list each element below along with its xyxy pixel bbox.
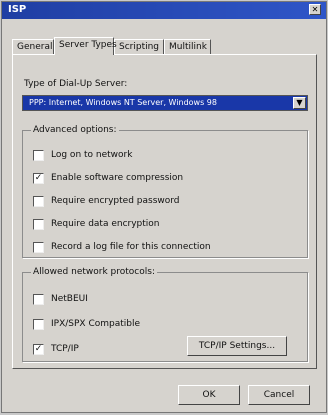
advanced-options-title: Advanced options: xyxy=(31,125,119,135)
checkbox-label: Record a log file for this connection xyxy=(51,242,211,252)
dialog-window: ISP ✕ General Server Types Scripting Mul… xyxy=(1,1,327,413)
checkbox-software-compression[interactable]: ✓ Enable software compression xyxy=(33,172,293,186)
checkbox[interactable] xyxy=(33,219,44,230)
tab-label: Scripting xyxy=(119,42,160,52)
checkbox-label: Require encrypted password xyxy=(51,196,180,206)
cancel-button[interactable]: Cancel xyxy=(248,385,310,405)
checkbox-log-on[interactable]: Log on to network xyxy=(33,149,293,163)
checkbox[interactable]: ✓ xyxy=(33,344,44,355)
checkbox-label: IPX/SPX Compatible xyxy=(51,319,141,329)
tab-label: Server Types xyxy=(59,40,117,50)
checkbox-label: TCP/IP xyxy=(51,344,79,354)
checkbox-label: Require data encryption xyxy=(51,219,160,229)
ok-button[interactable]: OK xyxy=(178,385,240,405)
checkbox[interactable] xyxy=(33,196,44,207)
checkbox-data-encryption[interactable]: Require data encryption xyxy=(33,218,293,232)
tab-scripting[interactable]: Scripting xyxy=(114,39,164,54)
tab-server-types[interactable]: Server Types xyxy=(54,37,117,55)
tab-label: General xyxy=(17,42,53,52)
window-title: ISP xyxy=(8,4,27,15)
tcp-ip-settings-button[interactable]: TCP/IP Settings... xyxy=(187,336,287,356)
close-icon[interactable]: ✕ xyxy=(309,4,321,15)
chevron-down-icon[interactable]: ▼ xyxy=(293,97,306,109)
checkbox-ipx-spx[interactable]: IPX/SPX Compatible xyxy=(33,318,293,332)
checkbox-netbeui[interactable]: NetBEUI xyxy=(33,293,293,307)
server-type-select[interactable]: PPP: Internet, Windows NT Server, Window… xyxy=(22,95,308,111)
tab-multilink[interactable]: Multilink xyxy=(164,39,211,54)
server-type-label: Type of Dial-Up Server: xyxy=(24,79,128,89)
checkbox[interactable] xyxy=(33,150,44,161)
checkbox-label: Log on to network xyxy=(51,150,133,160)
checkbox-label: Enable software compression xyxy=(51,173,184,183)
network-protocols-title: Allowed network protocols: xyxy=(31,267,157,277)
tab-general[interactable]: General xyxy=(12,39,54,54)
checkbox-label: NetBEUI xyxy=(51,294,88,304)
checkbox-log-file[interactable]: Record a log file for this connection xyxy=(33,241,293,255)
tab-label: Multilink xyxy=(169,42,207,52)
checkbox[interactable] xyxy=(33,319,44,330)
checkbox[interactable]: ✓ xyxy=(33,173,44,184)
checkbox[interactable] xyxy=(33,242,44,253)
checkbox-encrypted-password[interactable]: Require encrypted password xyxy=(33,195,293,209)
server-type-value: PPP: Internet, Windows NT Server, Window… xyxy=(29,98,217,107)
checkbox[interactable] xyxy=(33,294,44,305)
title-bar[interactable]: ISP ✕ xyxy=(2,2,326,19)
